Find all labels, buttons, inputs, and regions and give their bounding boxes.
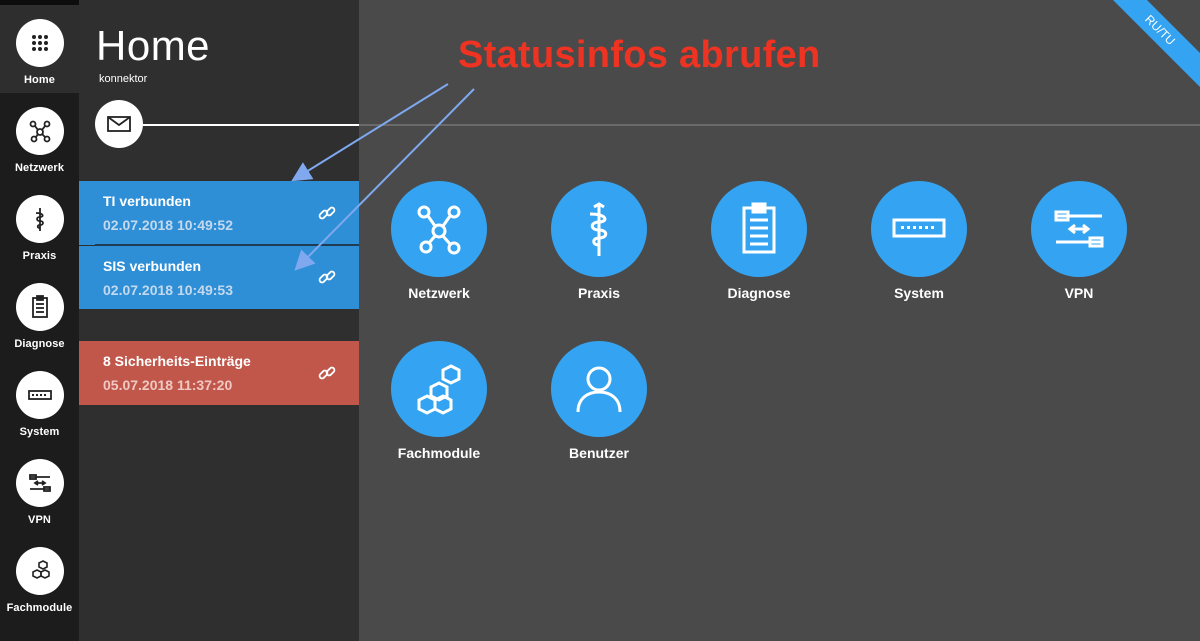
rail-item-netzwerk[interactable]: Netzwerk [0,93,79,181]
vpn-icon [1031,181,1127,277]
messages-button[interactable] [95,100,143,148]
rail-item-fachmodule[interactable]: Fachmodule [0,533,79,621]
status-time: 02.07.2018 10:49:53 [103,282,233,298]
status-panel: Home konnektor [79,0,359,641]
hexagons-icon [15,547,64,595]
status-title: SIS verbunden [103,258,202,274]
icon-rail: Home Netzwerk Praxis Diagnose System VPN… [0,0,79,641]
rail-label: Netzwerk [14,162,65,174]
tile-label: Netzwerk [408,285,470,301]
annotation-text: Statusinfos abrufen [458,34,821,76]
rail-item-vpn[interactable]: VPN [0,445,79,533]
caduceus-icon [551,181,647,277]
link-icon[interactable] [317,267,337,287]
tile-label: VPN [1064,285,1094,301]
rail-label: Fachmodule [6,602,73,614]
device-icon [871,181,967,277]
tile-label: Diagnose [727,285,791,301]
rail-item-praxis[interactable]: Praxis [0,181,79,269]
network-icon [15,107,64,155]
status-title: TI verbunden [103,193,191,209]
status-card-security[interactable]: 8 Sicherheits-Einträge 05.07.2018 11:37:… [79,341,359,405]
page-title: Home [96,22,211,69]
tile-benutzer[interactable]: Benutzer [534,341,664,461]
vpn-icon [15,459,64,507]
header-divider [359,124,1200,126]
tile-label: Fachmodule [397,445,481,461]
tile-fachmodule[interactable]: Fachmodule [374,341,504,461]
rail-label: VPN [28,514,51,526]
rail-item-diagnose[interactable]: Diagnose [0,269,79,357]
timeline-line [143,124,359,126]
tile-label: Benutzer [569,445,629,461]
tile-system[interactable]: System [854,181,984,301]
clipboard-icon [15,283,64,331]
tile-praxis[interactable]: Praxis [534,181,664,301]
status-title: 8 Sicherheits-Einträge [103,353,251,369]
grid-icon [15,19,64,67]
link-icon[interactable] [317,203,337,223]
corner-ribbon: RU/TU [1100,0,1200,100]
tile-diagnose[interactable]: Diagnose [694,181,824,301]
user-icon [551,341,647,437]
caduceus-icon [15,195,64,243]
ribbon-label: RU/TU [1102,0,1200,88]
status-card-sis[interactable]: SIS verbunden 02.07.2018 10:49:53 [79,246,359,309]
page-subtitle: konnektor [99,73,148,85]
envelope-icon [107,116,131,132]
tile-label: Praxis [577,285,621,301]
status-time: 05.07.2018 11:37:20 [103,377,233,393]
link-icon[interactable] [317,363,337,383]
network-icon [391,181,487,277]
status-card-ti[interactable]: TI verbunden 02.07.2018 10:49:52 [79,181,359,245]
clipboard-icon [711,181,807,277]
device-icon [15,371,64,419]
rail-item-system[interactable]: System [0,357,79,445]
tile-label: System [894,285,944,301]
status-time: 02.07.2018 10:49:52 [103,217,233,233]
rail-label: Diagnose [14,338,65,350]
hexagons-icon [391,341,487,437]
rail-label: System [19,426,60,438]
tile-netzwerk[interactable]: Netzwerk [374,181,504,301]
rail-item-home[interactable]: Home [0,5,79,93]
rail-label: Praxis [22,250,57,262]
tile-vpn[interactable]: VPN [1014,181,1144,301]
rail-label: Home [24,74,55,86]
